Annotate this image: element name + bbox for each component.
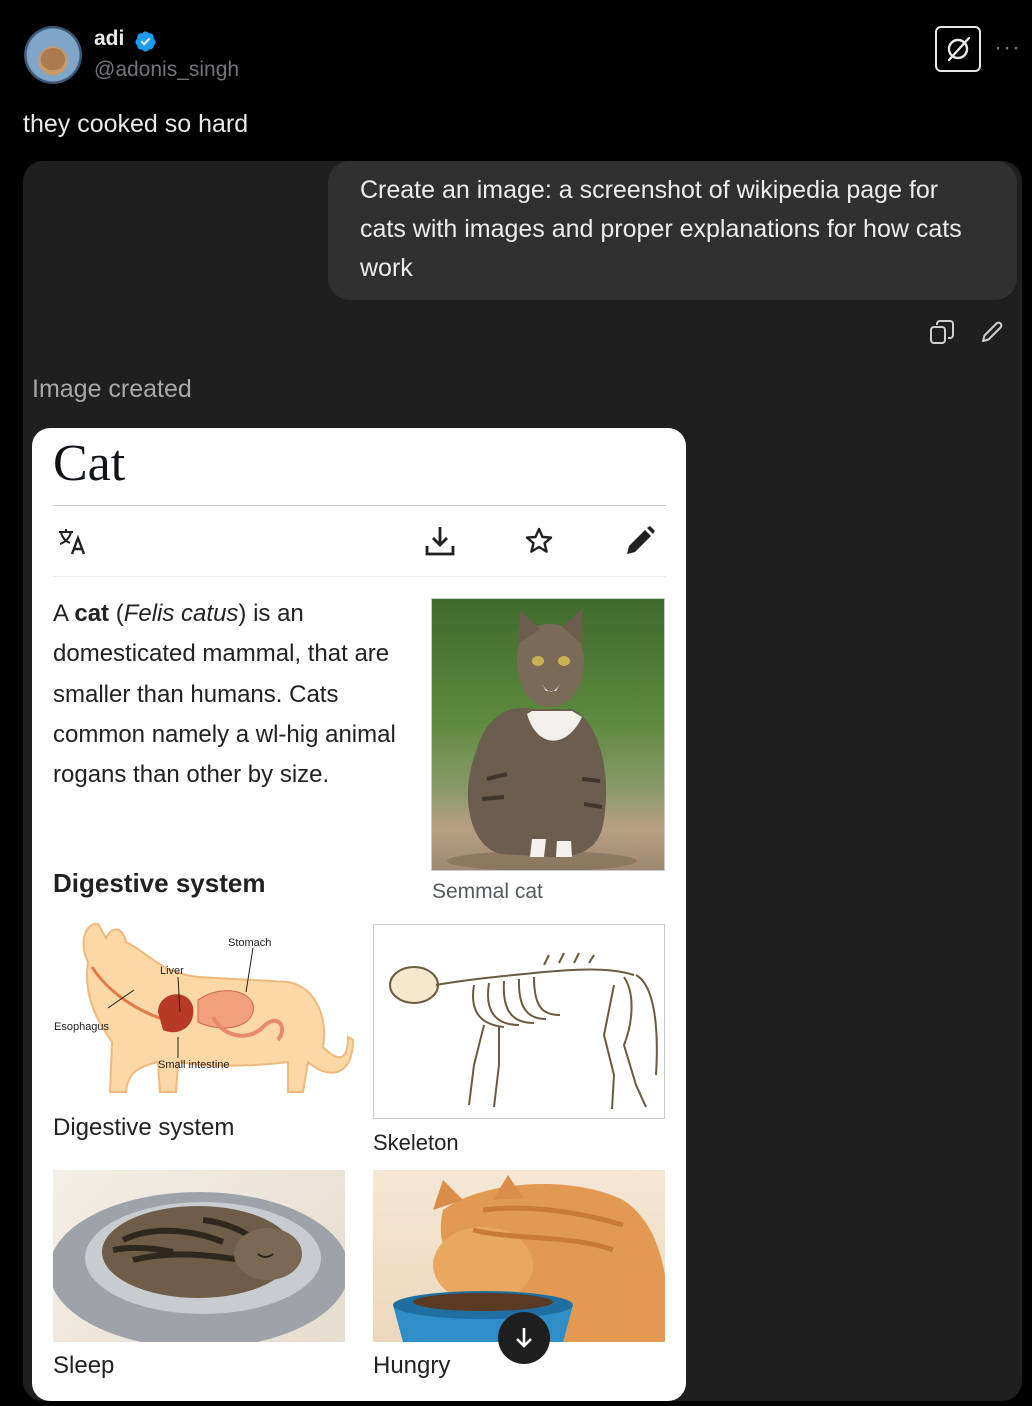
download-button[interactable]	[498, 1312, 550, 1364]
page-title: Cat	[53, 435, 126, 492]
toolbar-divider	[53, 576, 666, 577]
star-icon	[525, 527, 553, 553]
diagram-label-small-intestine: Small intestine	[158, 1059, 230, 1071]
arrow-down-icon	[516, 1328, 532, 1348]
pencil-icon	[627, 526, 655, 554]
download-icon	[425, 527, 455, 556]
diagram-label-esophagus: Esophagus	[54, 1021, 110, 1033]
more-options-button[interactable]: ···	[994, 34, 1021, 62]
grok-icon	[947, 36, 971, 62]
avatar[interactable]	[24, 26, 82, 84]
grok-button[interactable]	[935, 26, 981, 72]
hungry-caption: Hungry	[373, 1352, 451, 1379]
skeleton-image	[373, 924, 665, 1119]
edit-icon[interactable]	[979, 319, 1005, 345]
chat-screenshot[interactable]: Create an image: a screenshot of wikiped…	[23, 161, 1022, 1401]
verified-badge-icon	[135, 31, 156, 52]
diagram-label-liver: Liver	[160, 965, 184, 977]
main-cat-photo	[431, 598, 665, 871]
copy-icon[interactable]	[929, 319, 955, 345]
sleep-caption: Sleep	[53, 1352, 115, 1379]
translate-icon	[59, 529, 86, 555]
skeleton-caption: Skeleton	[373, 1130, 459, 1155]
section-heading: Digestive system	[53, 868, 266, 898]
digestive-diagram: Liver Stomach Esophagus Small intestine	[54, 922, 354, 1093]
sleep-photo	[53, 1170, 345, 1342]
author-name[interactable]: adi	[94, 27, 124, 51]
diagram-label-stomach: Stomach	[228, 937, 271, 949]
intro-paragraph: A cat (Felis catus) is an domesticated m…	[53, 600, 396, 789]
title-divider	[53, 505, 666, 506]
author-handle[interactable]: @adonis_singh	[94, 58, 239, 82]
image-created-label: Image created	[32, 375, 192, 403]
user-prompt-bubble: Create an image: a screenshot of wikiped…	[328, 161, 1017, 300]
main-image-caption: Semmal cat	[432, 880, 543, 903]
generated-image[interactable]: Cat A cat (Felis catus) is an domesticat…	[32, 428, 686, 1401]
tweet-text: they cooked so hard	[23, 110, 249, 138]
digestive-caption: Digestive system	[53, 1114, 235, 1141]
